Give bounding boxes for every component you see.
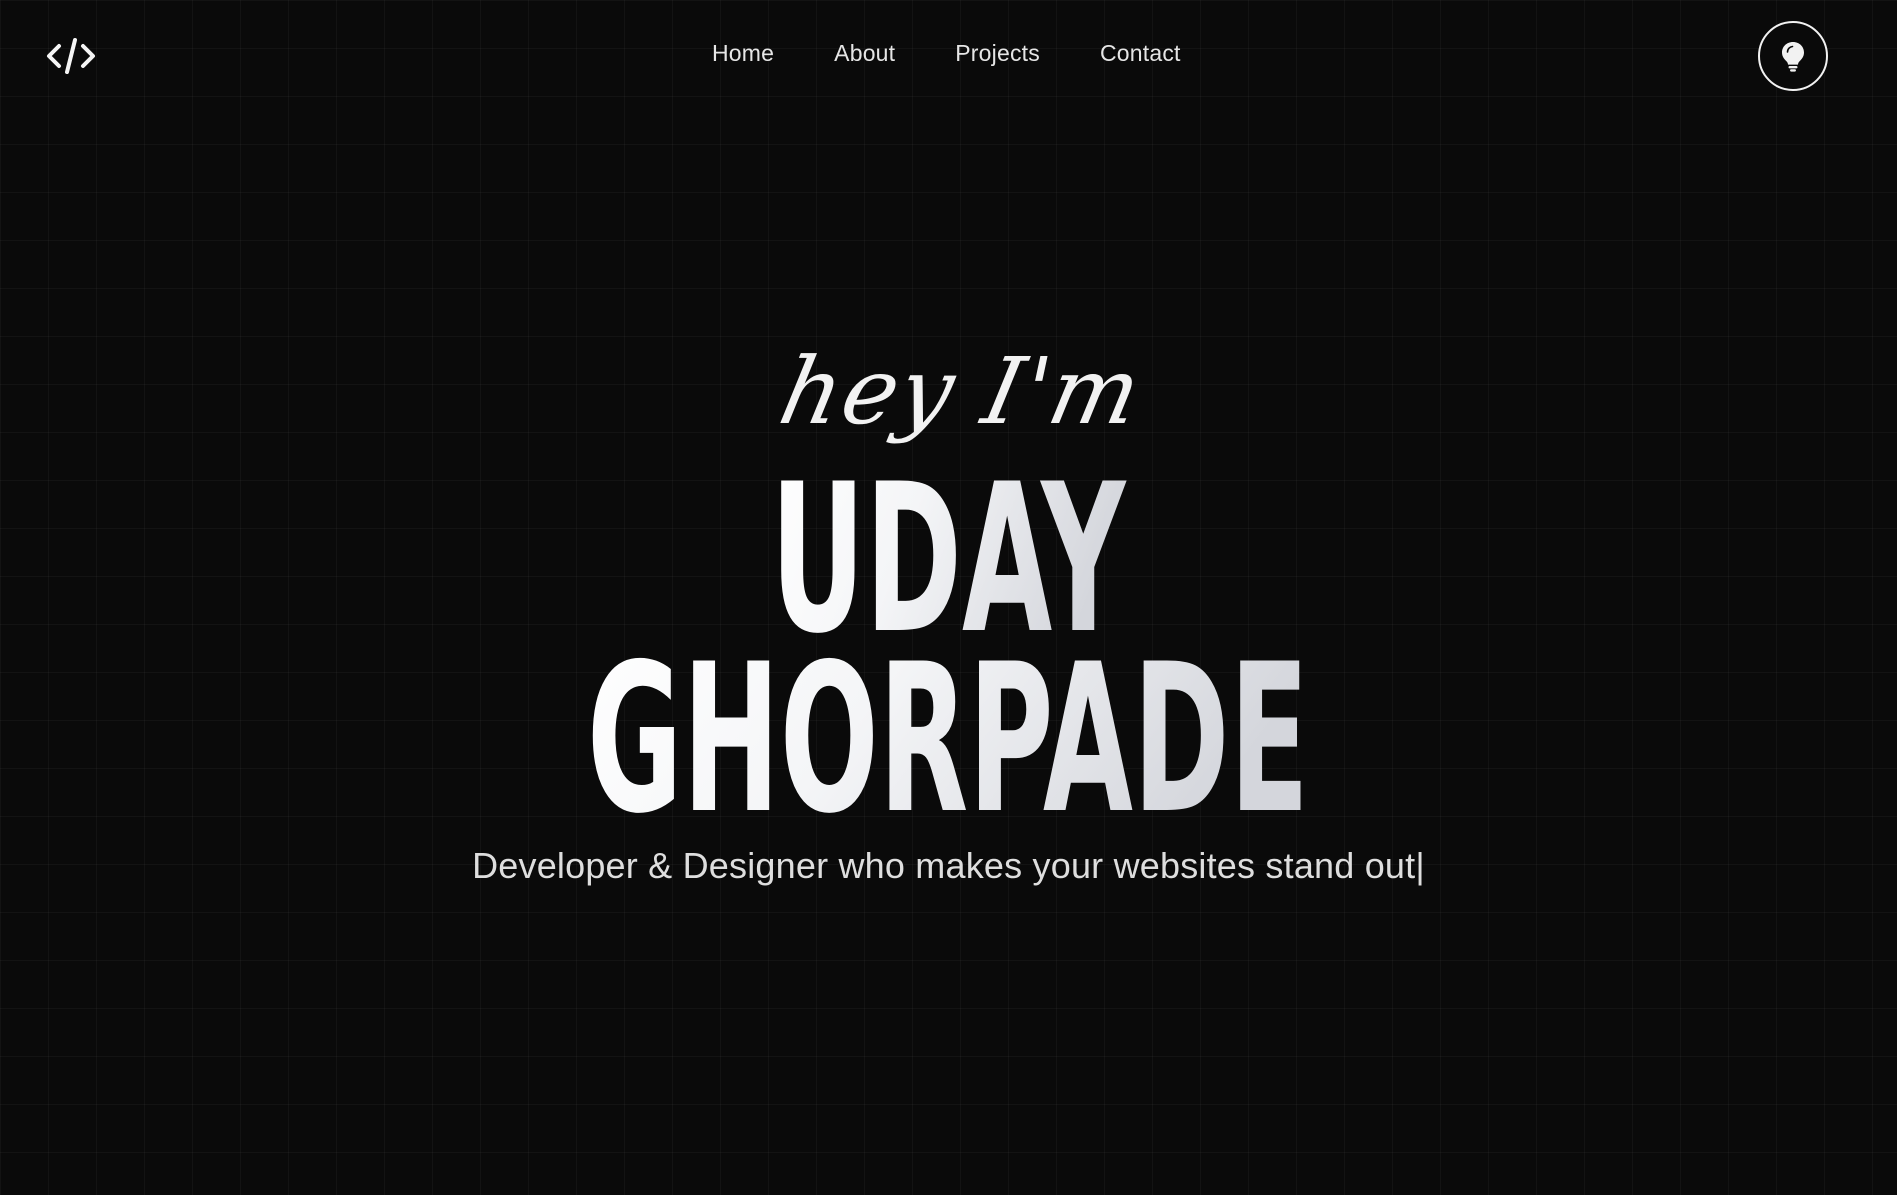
greeting-script: hey I'm	[771, 338, 1151, 445]
name-display: UDAY GHORPADE	[587, 450, 1309, 820]
logo-code-icon[interactable]	[46, 36, 96, 76]
theme-toggle-button[interactable]	[1758, 21, 1828, 91]
greeting-text: hey I'm	[771, 338, 1151, 445]
tagline-text: Developer & Designer who makes your webs…	[472, 845, 1416, 886]
nav-contact[interactable]: Contact	[1100, 40, 1181, 67]
nav-links: Home About Projects Contact	[712, 40, 1181, 67]
nav-about[interactable]: About	[834, 40, 895, 67]
hero-name: UDAY GHORPADE	[0, 450, 1897, 820]
nav-home[interactable]: Home	[712, 40, 774, 67]
typing-cursor: |	[1415, 845, 1425, 886]
nav-projects[interactable]: Projects	[955, 40, 1040, 67]
lightbulb-icon	[1782, 42, 1804, 72]
hero-greeting: hey I'm	[0, 328, 1897, 468]
code-brackets-icon	[47, 38, 95, 74]
last-name: GHORPADE	[587, 621, 1309, 820]
hero-tagline: Developer & Designer who makes your webs…	[0, 845, 1897, 887]
